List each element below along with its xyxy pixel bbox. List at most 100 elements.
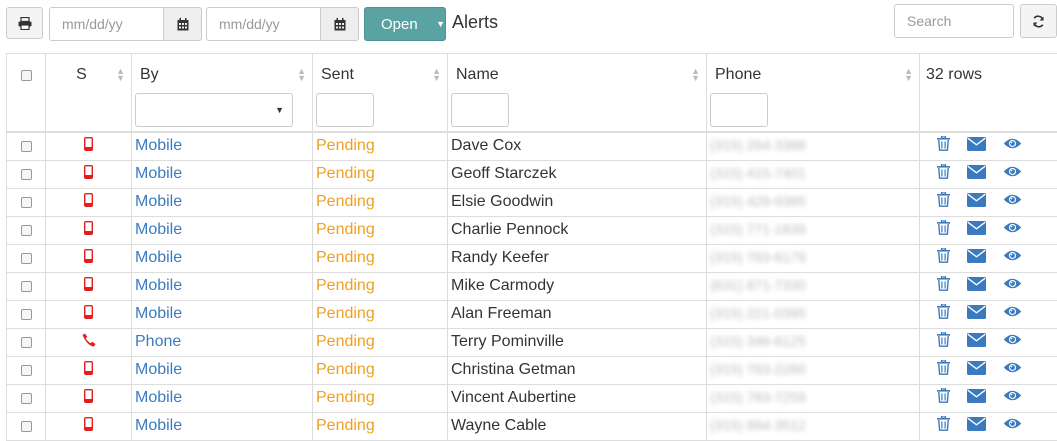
by-cell[interactable]: Mobile [132, 188, 313, 216]
table-row[interactable]: Mobile Pending Geoff Starczek (315) 415-… [7, 160, 1057, 188]
name-filter-input[interactable] [451, 93, 509, 127]
table-row[interactable]: Mobile Pending Wayne Cable (315) 894-351… [7, 412, 1057, 440]
table-row[interactable]: Mobile Pending Alan Freeman (315) 221-03… [7, 300, 1057, 328]
by-link[interactable]: Mobile [135, 137, 182, 154]
delete-button[interactable] [937, 416, 950, 436]
delete-button[interactable] [937, 388, 950, 408]
date-to-input[interactable] [206, 7, 320, 41]
view-button[interactable] [1003, 305, 1022, 323]
calendar-from-button[interactable] [163, 7, 202, 41]
by-cell[interactable]: Mobile [132, 300, 313, 328]
delete-button[interactable] [937, 304, 950, 324]
email-button[interactable] [967, 361, 986, 380]
row-checkbox[interactable] [21, 141, 32, 152]
by-link[interactable]: Mobile [135, 389, 182, 406]
by-cell[interactable]: Mobile [132, 384, 313, 412]
mobile-icon [84, 417, 93, 431]
contact-name: Alan Freeman [451, 305, 552, 322]
search-input[interactable] [894, 4, 1014, 38]
table-row[interactable]: Mobile Pending Charlie Pennock (315) 771… [7, 216, 1057, 244]
row-checkbox[interactable] [21, 281, 32, 292]
view-button[interactable] [1003, 165, 1022, 183]
view-button[interactable] [1003, 361, 1022, 379]
view-button[interactable] [1003, 137, 1022, 155]
sent-filter-input[interactable] [316, 93, 374, 127]
delete-button[interactable] [937, 360, 950, 380]
email-button[interactable] [967, 193, 986, 212]
calendar-to-button[interactable] [320, 7, 359, 41]
column-header-phone[interactable]: Phone ▲▼ [707, 54, 920, 132]
email-button[interactable] [967, 389, 986, 408]
delete-button[interactable] [937, 332, 950, 352]
by-link[interactable]: Mobile [135, 417, 182, 434]
email-button[interactable] [967, 305, 986, 324]
view-button[interactable] [1003, 417, 1022, 435]
by-filter-select[interactable]: ▼ [135, 93, 293, 127]
name-cell: Wayne Cable [448, 412, 707, 440]
delete-button[interactable] [937, 164, 950, 184]
delete-button[interactable] [937, 276, 950, 296]
column-header-status[interactable]: S ▲▼ [46, 54, 132, 132]
table-row[interactable]: Mobile Pending Mike Carmody (631) 871-73… [7, 272, 1057, 300]
row-checkbox[interactable] [21, 393, 32, 404]
view-button[interactable] [1003, 277, 1022, 295]
phone-filter-input[interactable] [710, 93, 768, 127]
by-cell[interactable]: Phone [132, 328, 313, 356]
email-button[interactable] [967, 165, 986, 184]
view-button[interactable] [1003, 193, 1022, 211]
delete-button[interactable] [937, 220, 950, 240]
table-row[interactable]: Phone Pending Terry Pominville (315) 346… [7, 328, 1057, 356]
by-cell[interactable]: Mobile [132, 216, 313, 244]
by-link[interactable]: Mobile [135, 249, 182, 266]
by-link[interactable]: Mobile [135, 361, 182, 378]
delete-button[interactable] [937, 136, 950, 156]
by-cell[interactable]: Mobile [132, 412, 313, 440]
print-button[interactable] [6, 7, 43, 39]
by-link[interactable]: Mobile [135, 277, 182, 294]
row-checkbox[interactable] [21, 197, 32, 208]
email-button[interactable] [967, 249, 986, 268]
by-link[interactable]: Mobile [135, 165, 182, 182]
email-button[interactable] [967, 333, 986, 352]
row-checkbox[interactable] [21, 253, 32, 264]
by-cell[interactable]: Mobile [132, 160, 313, 188]
select-all-checkbox[interactable] [21, 70, 32, 81]
by-link[interactable]: Mobile [135, 305, 182, 322]
row-checkbox[interactable] [21, 421, 32, 432]
by-cell[interactable]: Mobile [132, 244, 313, 272]
row-checkbox[interactable] [21, 337, 32, 348]
refresh-button[interactable] [1020, 4, 1057, 38]
email-button[interactable] [967, 137, 986, 156]
table-row[interactable]: Mobile Pending Dave Cox (315) 264-3388 [7, 132, 1057, 161]
by-link[interactable]: Mobile [135, 221, 182, 238]
envelope-icon [967, 249, 986, 263]
table-row[interactable]: Mobile Pending Elsie Goodwin (315) 429-9… [7, 188, 1057, 216]
by-link[interactable]: Phone [135, 333, 181, 350]
by-cell[interactable]: Mobile [132, 272, 313, 300]
column-header-by[interactable]: By ▲▼ ▼ [132, 54, 313, 132]
row-checkbox[interactable] [21, 169, 32, 180]
row-checkbox[interactable] [21, 365, 32, 376]
table-row[interactable]: Mobile Pending Vincent Aubertine (315) 7… [7, 384, 1057, 412]
row-checkbox[interactable] [21, 225, 32, 236]
email-button[interactable] [967, 417, 986, 436]
delete-button[interactable] [937, 192, 950, 212]
view-button[interactable] [1003, 249, 1022, 267]
row-checkbox[interactable] [21, 309, 32, 320]
view-button[interactable] [1003, 389, 1022, 407]
delete-button[interactable] [937, 248, 950, 268]
column-header-name[interactable]: Name ▲▼ [448, 54, 707, 132]
table-row[interactable]: Mobile Pending Christina Getman (315) 78… [7, 356, 1057, 384]
status-cell [46, 328, 132, 356]
by-cell[interactable]: Mobile [132, 356, 313, 384]
view-button[interactable] [1003, 333, 1022, 351]
view-button[interactable] [1003, 221, 1022, 239]
by-link[interactable]: Mobile [135, 193, 182, 210]
column-header-sent[interactable]: Sent ▲▼ [313, 54, 448, 132]
open-filter-dropdown[interactable]: Open ▼ [364, 7, 446, 41]
email-button[interactable] [967, 277, 986, 296]
date-from-input[interactable] [49, 7, 163, 41]
email-button[interactable] [967, 221, 986, 240]
by-cell[interactable]: Mobile [132, 132, 313, 161]
table-row[interactable]: Mobile Pending Randy Keefer (315) 783-61… [7, 244, 1057, 272]
